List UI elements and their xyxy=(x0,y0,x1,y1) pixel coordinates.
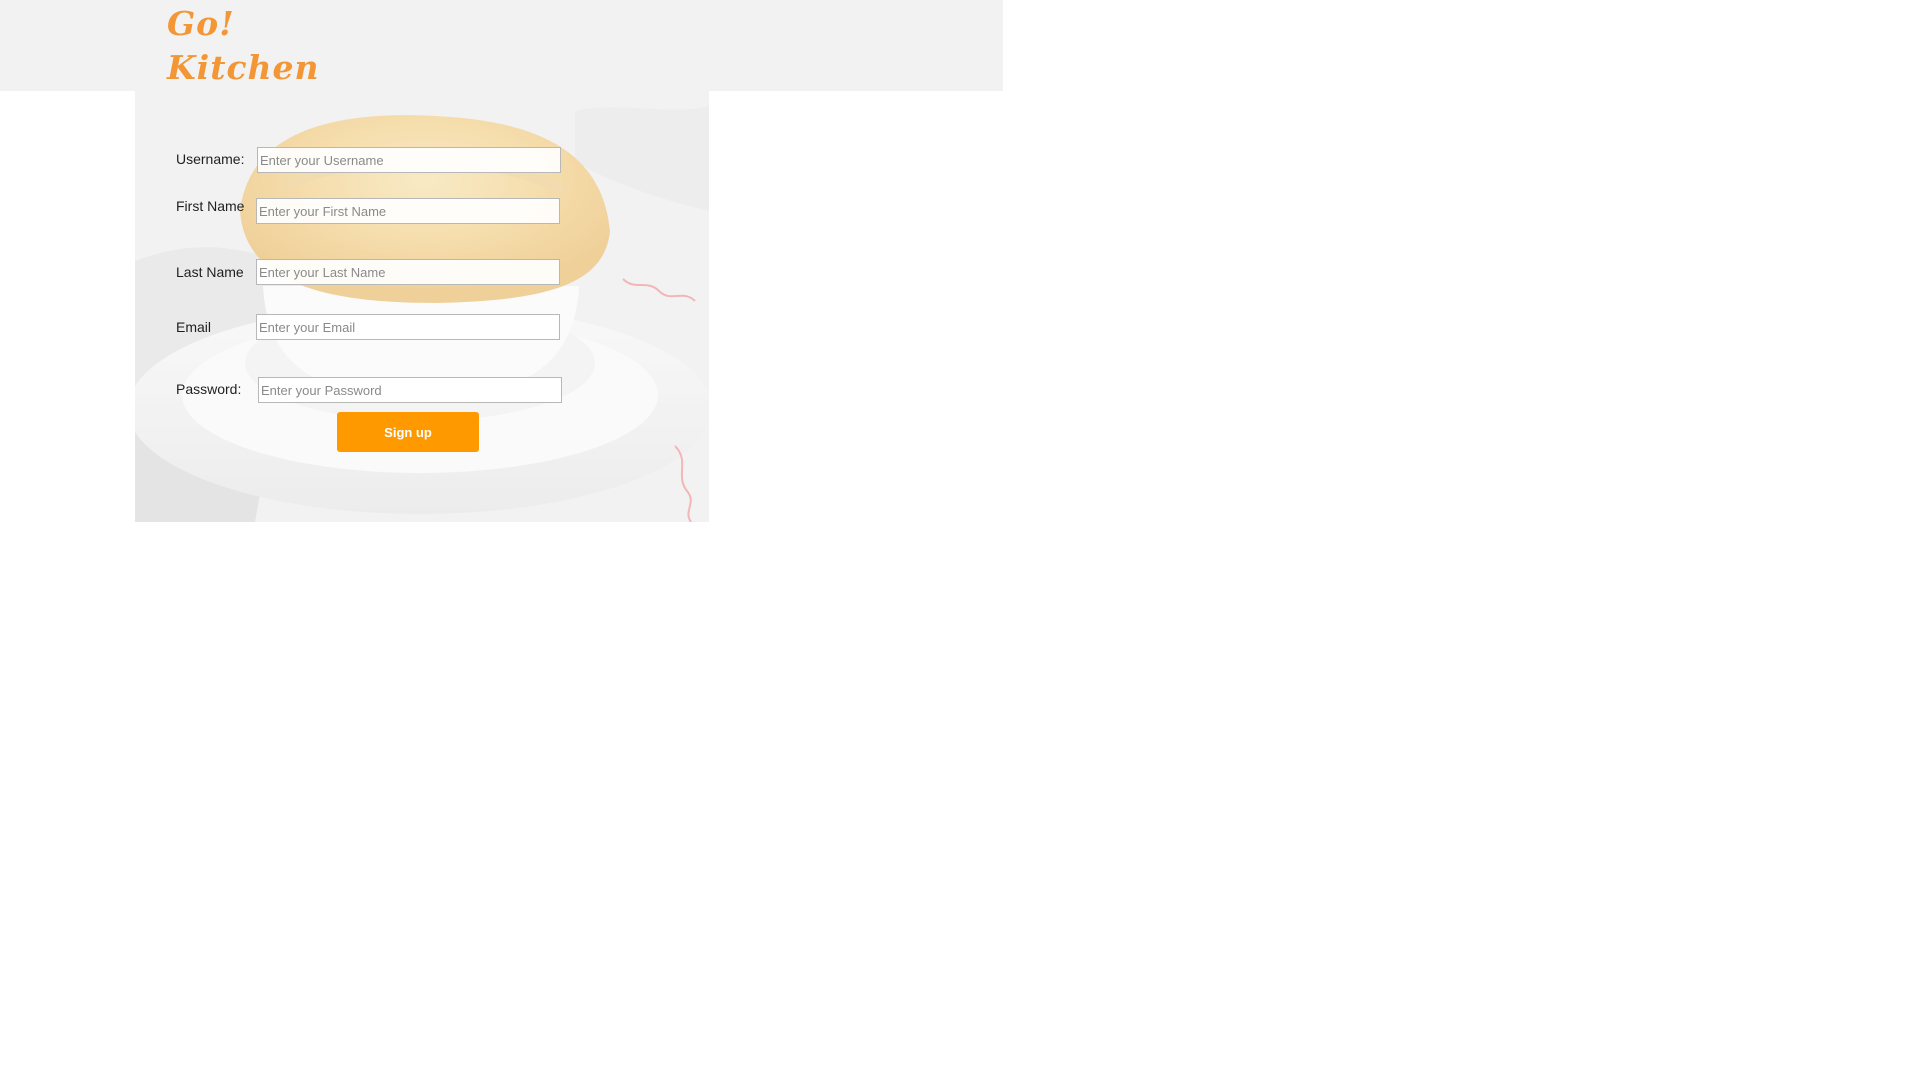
signup-panel: Username: First Name Last Name Email Pas… xyxy=(135,91,709,522)
logo-line-go: Go! xyxy=(167,4,235,43)
username-label: Username: xyxy=(176,151,245,167)
last-name-label: Last Name xyxy=(176,264,244,280)
site-header: Go! Kitchen xyxy=(0,0,1003,91)
email-label: Email xyxy=(176,319,212,335)
last-name-input[interactable] xyxy=(256,259,560,285)
email-input[interactable] xyxy=(256,314,560,340)
first-name-input[interactable] xyxy=(256,198,560,224)
sign-up-button[interactable]: Sign up xyxy=(337,412,479,452)
password-input[interactable] xyxy=(258,377,562,403)
go-kitchen-logo[interactable]: Go! Kitchen xyxy=(167,2,320,90)
logo-line-kitchen: Kitchen xyxy=(167,48,320,87)
first-name-label: First Name xyxy=(176,198,245,214)
password-label: Password: xyxy=(176,381,242,397)
username-input[interactable] xyxy=(257,147,561,173)
